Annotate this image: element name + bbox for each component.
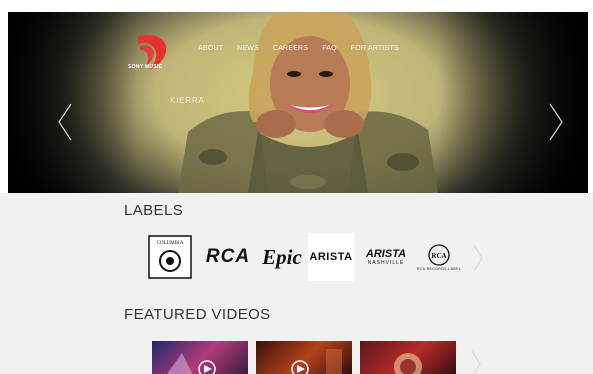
video-thumbnail-3-image	[394, 353, 422, 374]
brand-text: SONY MUSIC	[128, 64, 163, 70]
video-thumbnail-2[interactable]	[256, 341, 352, 374]
main-nav: ABOUT NEWS CAREERS FAQ FOR ARTISTS	[198, 45, 413, 52]
video-thumbnail-1[interactable]	[152, 341, 248, 374]
featured-videos-heading: FEATURED VIDEOS	[124, 306, 271, 323]
arista-nashville-subtext: NASHVILLE	[367, 260, 405, 266]
hero-vignette-right	[438, 12, 588, 193]
label-rca[interactable]: RCA	[204, 233, 252, 281]
columbia-logo-icon: COLUMBIA	[148, 235, 192, 279]
label-epic[interactable]: Epic	[256, 233, 308, 281]
content-section: LABELS COLUMBIA RCA Epic ARISTA ARISTA N…	[0, 193, 593, 374]
carousel-next-icon[interactable]	[547, 102, 565, 142]
nav-careers[interactable]: CAREERS	[273, 45, 308, 52]
svg-text:RCA: RCA	[431, 252, 446, 260]
page: SONY MUSIC ABOUT NEWS CAREERS FAQ FOR AR…	[0, 0, 593, 374]
carousel-prev-icon[interactable]	[56, 102, 74, 142]
labels-carousel: COLUMBIA RCA Epic ARISTA ARISTA NASHVILL…	[146, 233, 483, 281]
label-arista[interactable]: ARISTA	[308, 233, 354, 281]
video-thumbnail-3[interactable]	[360, 341, 456, 374]
arista-logo-text: ARISTA	[309, 251, 353, 263]
featured-videos-carousel	[152, 341, 482, 374]
svg-text:COLUMBIA: COLUMBIA	[157, 241, 184, 246]
arista-nashville-logo-text: ARISTA	[365, 248, 407, 260]
nav-news[interactable]: NEWS	[237, 45, 259, 52]
rca-logo-text: RCA	[205, 246, 251, 267]
nav-about[interactable]: ABOUT	[198, 45, 223, 52]
epic-logo-text: Epic	[262, 244, 302, 269]
rca-records-subtext: RCA RECORDS LABEL	[416, 267, 462, 271]
label-arista-nashville[interactable]: ARISTA NASHVILLE	[360, 233, 412, 281]
hero-artist-name: KIERRA	[170, 96, 205, 105]
nav-for-artists[interactable]: FOR ARTISTS	[351, 45, 399, 52]
video-thumbnail-2-image	[291, 349, 342, 374]
labels-heading: LABELS	[124, 202, 184, 219]
labels-next-icon[interactable]	[472, 243, 484, 273]
nav-faq[interactable]: FAQ	[322, 45, 337, 52]
hero-carousel[interactable]: SONY MUSIC ABOUT NEWS CAREERS FAQ FOR AR…	[8, 12, 588, 193]
videos-next-icon[interactable]	[470, 349, 482, 374]
label-columbia[interactable]: COLUMBIA	[146, 233, 194, 281]
label-rca-records[interactable]: RCA RCA RECORDS LABEL	[416, 233, 462, 281]
video-thumbnail-1-image	[167, 353, 216, 374]
rca-records-logo-icon: RCA	[428, 244, 450, 266]
